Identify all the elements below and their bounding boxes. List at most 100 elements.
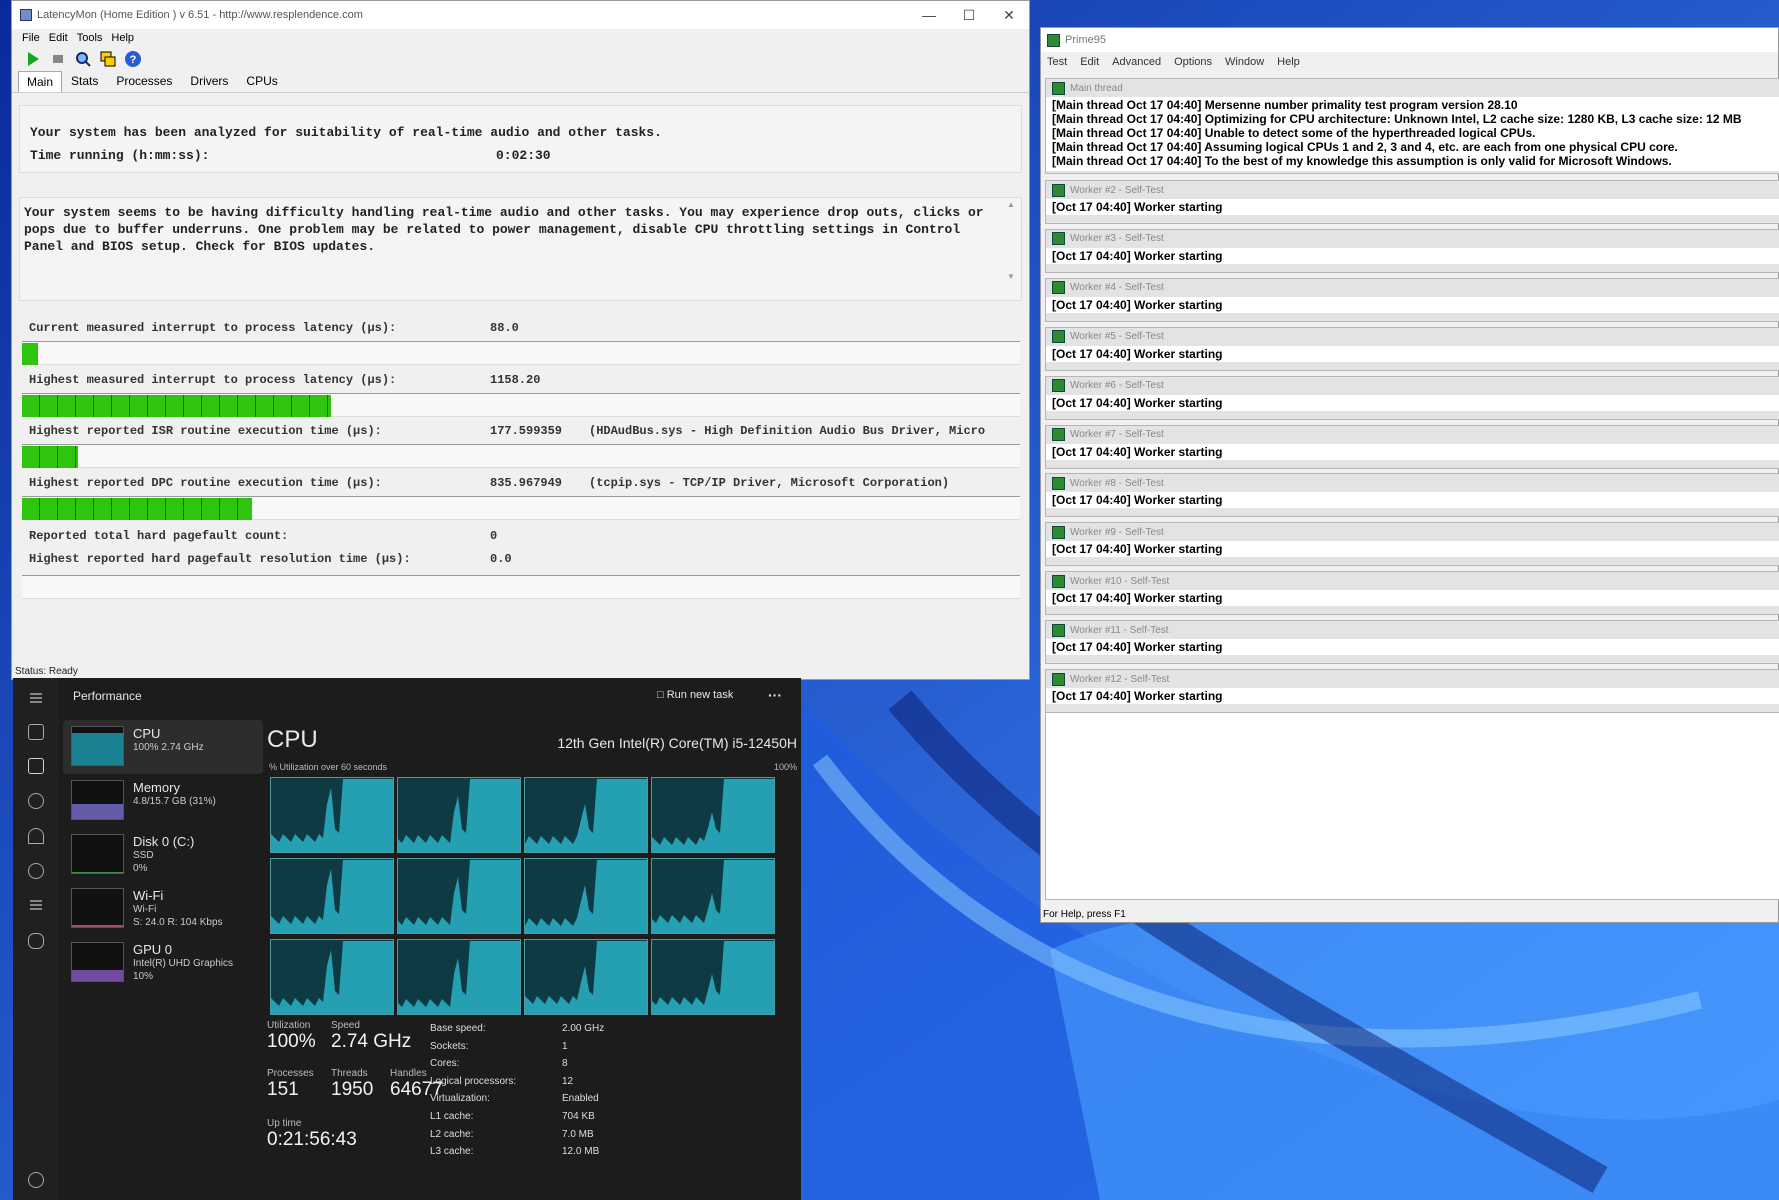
close-button[interactable]: ✕ — [989, 7, 1029, 24]
time-running-value: 0:02:30 — [496, 148, 551, 163]
sidebar-item[interactable]: Wi-Fi Wi-Fi S: 24.0 R: 104 Kbps — [63, 882, 263, 936]
core-graph — [270, 939, 394, 1015]
tm-header: Performance □ Run new task ··· — [13, 678, 801, 714]
window-title: LatencyMon (Home Edition ) v 6.51 - http… — [37, 9, 363, 21]
spec-value: 7.0 MB — [562, 1128, 594, 1140]
tab-main[interactable]: Main — [18, 71, 63, 92]
core-graph — [524, 939, 648, 1015]
tab-processes[interactable]: Processes — [107, 70, 181, 92]
summary-panel: Your system has been analyzed for suitab… — [19, 105, 1022, 173]
menu-edit[interactable]: Edit — [1080, 56, 1099, 68]
stop-icon[interactable] — [49, 50, 67, 68]
search-icon[interactable] — [74, 50, 92, 68]
core-graph-area — [271, 779, 393, 852]
worker-icon — [1052, 183, 1065, 197]
menu-advanced[interactable]: Advanced — [1112, 56, 1161, 68]
minimize-button[interactable]: — — [909, 7, 949, 24]
threads-value: 1950 — [331, 1079, 374, 1100]
pagefault-count-row: Reported total hard pagefault count: 0 — [29, 529, 497, 543]
worker-window[interactable]: Worker #4 - Self-Test [Oct 17 04:40] Work… — [1045, 277, 1779, 322]
threads-stat: Threads 1950 — [331, 1068, 373, 1101]
uptime-value: 0:21:56:43 — [267, 1129, 357, 1150]
users-icon[interactable] — [28, 863, 44, 879]
sidebar-item[interactable]: CPU 100% 2.74 GHz — [63, 720, 263, 774]
hamburger-icon[interactable] — [28, 690, 44, 706]
latency-bar — [22, 393, 1020, 417]
startup-icon[interactable] — [28, 828, 44, 844]
sidebar-item[interactable]: GPU 0 Intel(R) UHD Graphics 10% — [63, 936, 263, 990]
more-options-button[interactable]: ··· — [768, 687, 782, 703]
worker-window[interactable]: Worker #11 - Self-Test [Oct 17 04:40] Wor… — [1045, 620, 1779, 665]
spec-value: 704 KB — [562, 1111, 595, 1122]
sidebar-item[interactable]: Memory 4.8/15.7 GB (31%) — [63, 774, 263, 828]
core-graph-area — [398, 941, 520, 1014]
worker-log: [Oct 17 04:40] Worker starting — [1046, 345, 1779, 362]
worker-icon — [1052, 574, 1065, 588]
tab-cpus[interactable]: CPUs — [237, 70, 286, 92]
menu-test[interactable]: Test — [1047, 56, 1067, 68]
worker-window[interactable]: Worker #10 - Self-Test [Oct 17 04:40] Wor… — [1045, 571, 1779, 616]
worker-window[interactable]: Worker #5 - Self-Test [Oct 17 04:40] Work… — [1045, 326, 1779, 371]
worker-window[interactable]: Worker #7 - Self-Test [Oct 17 04:40] Work… — [1045, 424, 1779, 469]
mini-graph-fill — [72, 924, 123, 927]
prime95-menu-bar: Test Edit Advanced Options Window Help — [1041, 52, 1778, 72]
worker-window[interactable]: Worker #6 - Self-Test [Oct 17 04:40] Work… — [1045, 375, 1779, 420]
app-history-icon[interactable] — [28, 793, 44, 809]
worker-log: [Oct 17 04:40] Worker starting — [1046, 639, 1779, 656]
worker-window[interactable]: Worker #9 - Self-Test [Oct 17 04:40] Work… — [1045, 522, 1779, 567]
maximize-button[interactable]: ☐ — [949, 7, 989, 24]
spec-label: L3 cache: — [430, 1146, 474, 1158]
util-max: 100% — [773, 762, 797, 772]
latency-bar — [22, 496, 1020, 520]
latency-bar-fill — [22, 343, 38, 365]
tab-bar: Main Stats Processes Drivers CPUs — [12, 71, 1029, 93]
metric-value: 1158.20 — [490, 373, 541, 387]
metric-value: 88.0 — [490, 321, 519, 335]
tab-stats[interactable]: Stats — [62, 70, 107, 92]
windows-icon[interactable] — [99, 50, 117, 68]
menu-edit[interactable]: Edit — [49, 32, 68, 44]
run-new-task-button[interactable]: □ Run new task — [657, 689, 733, 701]
worker-log: [Oct 17 04:40] Worker starting — [1046, 541, 1779, 558]
worker-title: Worker #8 - Self-Test — [1070, 477, 1164, 489]
worker-window[interactable]: Worker #3 - Self-Test [Oct 17 04:40] Work… — [1045, 228, 1779, 273]
details-icon[interactable] — [28, 898, 44, 914]
menu-help[interactable]: Help — [111, 32, 134, 44]
menu-options[interactable]: Options — [1174, 56, 1212, 68]
settings-icon[interactable] — [28, 1172, 44, 1188]
worker-icon — [1052, 672, 1065, 686]
core-graph — [524, 858, 648, 934]
sidebar-item[interactable]: Disk 0 (C:) SSD 0% — [63, 828, 263, 882]
metric-value: 177.599359 — [490, 424, 563, 438]
play-icon[interactable] — [24, 50, 42, 68]
core-graph — [397, 777, 521, 853]
core-graph-area — [398, 860, 520, 933]
processes-icon[interactable] — [28, 724, 44, 740]
performance-icon[interactable] — [28, 758, 44, 774]
verdict-scrollbar[interactable]: ▲ ▼ — [1007, 200, 1019, 298]
util-caption: % Utilization over 60 seconds — [269, 762, 388, 772]
worker-title: Worker #2 - Self-Test — [1070, 184, 1164, 196]
title-bar: LatencyMon (Home Edition ) v 6.51 - http… — [12, 1, 1029, 29]
uptime-label: Up time — [267, 1118, 302, 1129]
cpu-utilization-graphs — [270, 777, 782, 1019]
menu-file[interactable]: File — [22, 32, 40, 44]
worker-window[interactable]: Worker #2 - Self-Test [Oct 17 04:40] Work… — [1045, 180, 1779, 224]
worker-window[interactable]: Worker #12 - Self-Test [Oct 17 04:40] Wor… — [1045, 669, 1779, 713]
worker-window[interactable]: Worker #8 - Self-Test [Oct 17 04:40] Work… — [1045, 473, 1779, 518]
run-new-task-label: Run new task — [666, 689, 734, 701]
sidebar-item-label: CPU — [133, 726, 161, 741]
pagefault-time-row: Highest reported hard pagefault resoluti… — [29, 552, 512, 566]
utilization-value: 100% — [267, 1031, 316, 1052]
menu-tools[interactable]: Tools — [77, 32, 103, 44]
services-icon[interactable] — [28, 933, 44, 949]
help-icon[interactable]: ? — [124, 50, 142, 68]
tab-drivers[interactable]: Drivers — [181, 70, 237, 92]
analyzed-text: Your system has been analyzed for suitab… — [30, 125, 662, 140]
worker-icon — [1052, 476, 1065, 490]
menu-window[interactable]: Window — [1225, 56, 1264, 68]
main-thread-window[interactable]: Main thread [Main thread Oct 17 04:40] M… — [1045, 78, 1779, 174]
menu-help[interactable]: Help — [1277, 56, 1300, 68]
pagefault-count-value: 0 — [490, 529, 498, 543]
worker-log: [Oct 17 04:40] Worker starting — [1046, 394, 1779, 411]
